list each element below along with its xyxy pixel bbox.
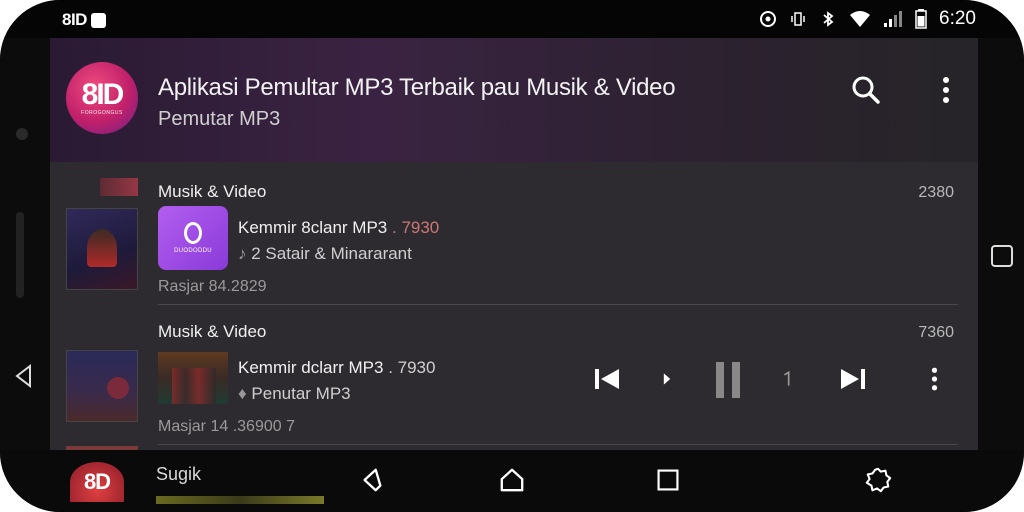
app-logo[interactable]: 8ID FOROGONGUS [66,62,138,134]
thumbnail-strip [100,178,138,196]
gear-icon [865,467,892,493]
song-title-text: Kemmir dclarr MP3 [238,358,384,377]
home-icon [500,468,524,492]
app-header: 8ID FOROGONGUS Aplikasi Pemultar MP3 Ter… [50,38,978,162]
volume-rocker [16,212,24,298]
pause-icon [716,362,740,398]
nav-thumbnail-strip [156,496,324,504]
play-small-icon [663,373,671,385]
more-vert-icon [931,367,937,391]
recents-square-icon[interactable] [990,244,1014,268]
phone-side-right [978,38,1024,450]
song-title: Kemmir dclarr MP3 . 7930 [238,358,435,378]
square-icon [657,469,679,491]
search-icon [852,76,880,104]
album-art: DUODODDU [158,206,228,270]
status-time: 6:20 [939,8,976,29]
camera-dot [16,128,28,140]
logo-text: 8ID [81,78,125,111]
album-thumbnail [66,350,138,422]
song-artist: ♪ 2 Satair & Minararant [238,244,412,264]
pause-button[interactable] [710,360,746,400]
row-category: Musik & Video [158,322,267,341]
row-count: 7360 [918,324,954,341]
song-title-text: Kemmir 8clanr MP3 [238,218,388,237]
home-button[interactable] [492,462,532,498]
divider [158,444,958,445]
bottom-nav: 8D Sugik [0,450,1024,512]
album-art [158,352,228,404]
alarm-icon [760,11,777,27]
status-left: 8ID [62,10,106,30]
thumbnail-person [87,229,117,267]
row-date: Masjar 14 .36900 7 [158,418,295,435]
vibrate-icon [791,12,805,26]
app-screen: 8ID FOROGONGUS Aplikasi Pemultar MP3 Ter… [50,38,978,450]
art-circle-icon [184,222,202,244]
art-label: DUODODDU [174,248,212,254]
rewind-button[interactable] [654,366,680,392]
bluetooth-icon [823,11,834,27]
wifi-icon [850,11,871,27]
row-date: Rasjar 84.2829 [158,278,267,295]
nav-label: Sugik [156,464,202,484]
phone-side-left [0,38,50,450]
song-artist-text: Penutar MP3 [251,384,351,403]
page-title: Aplikasi Pemultar MP3 Terbaik pau Musik … [158,74,676,101]
back-triangle-icon[interactable] [14,364,34,388]
status-app-label: 8ID [62,10,87,29]
list-item[interactable]: Musik & Video 2380 DUODODDU Kemmir 8clan… [50,162,978,305]
music-note-icon: ♪ [238,244,247,263]
previous-button[interactable] [590,362,624,396]
song-title-tail: . 7930 [388,358,436,377]
next-button[interactable] [836,362,870,396]
divider [158,304,958,305]
more-vert-icon [943,77,949,103]
status-bar: 8ID 6:20 [0,0,1024,38]
song-artist: ♦ Penutar MP3 [238,384,351,404]
battery-icon [915,9,927,29]
album-thumbnail [66,208,138,290]
settings-button[interactable] [858,462,898,498]
search-button[interactable] [846,70,886,110]
song-artist-text: 2 Satair & Minararant [251,244,412,263]
back-icon [363,468,382,492]
phone-frame: 8ID 6:20 8ID FOROGONGUS Aplikasi Pemulta… [0,0,1024,512]
repeat-button[interactable] [774,366,800,392]
row-category: Musik & Video [158,182,267,201]
more-options-button[interactable] [926,70,966,110]
row-count: 2380 [918,184,954,201]
song-title: Kemmir 8clanr MP3 . 7930 [238,218,439,238]
recents-button[interactable] [648,462,688,498]
art-figures [172,368,216,404]
list-item[interactable]: Musik & Video 7360 Kemmir dclarr MP3 . 7… [50,306,978,446]
app-icon [90,12,106,28]
signal-icon [884,11,903,27]
logo-subtext: FOROGONGUS [81,110,123,116]
song-title-tail: . 7930 [392,218,440,237]
thumbnail-circle [107,377,129,399]
row-more-button[interactable] [924,364,944,394]
artist-icon: ♦ [238,384,247,403]
skip-next-icon [841,369,865,389]
page-subtitle: Pemutar MP3 [158,108,281,130]
status-right: 6:20 [759,8,976,30]
repeat-one-icon [784,371,790,386]
back-button[interactable] [352,462,392,498]
nav-app-logo[interactable]: 8D [70,462,124,502]
skip-previous-icon [595,369,619,389]
